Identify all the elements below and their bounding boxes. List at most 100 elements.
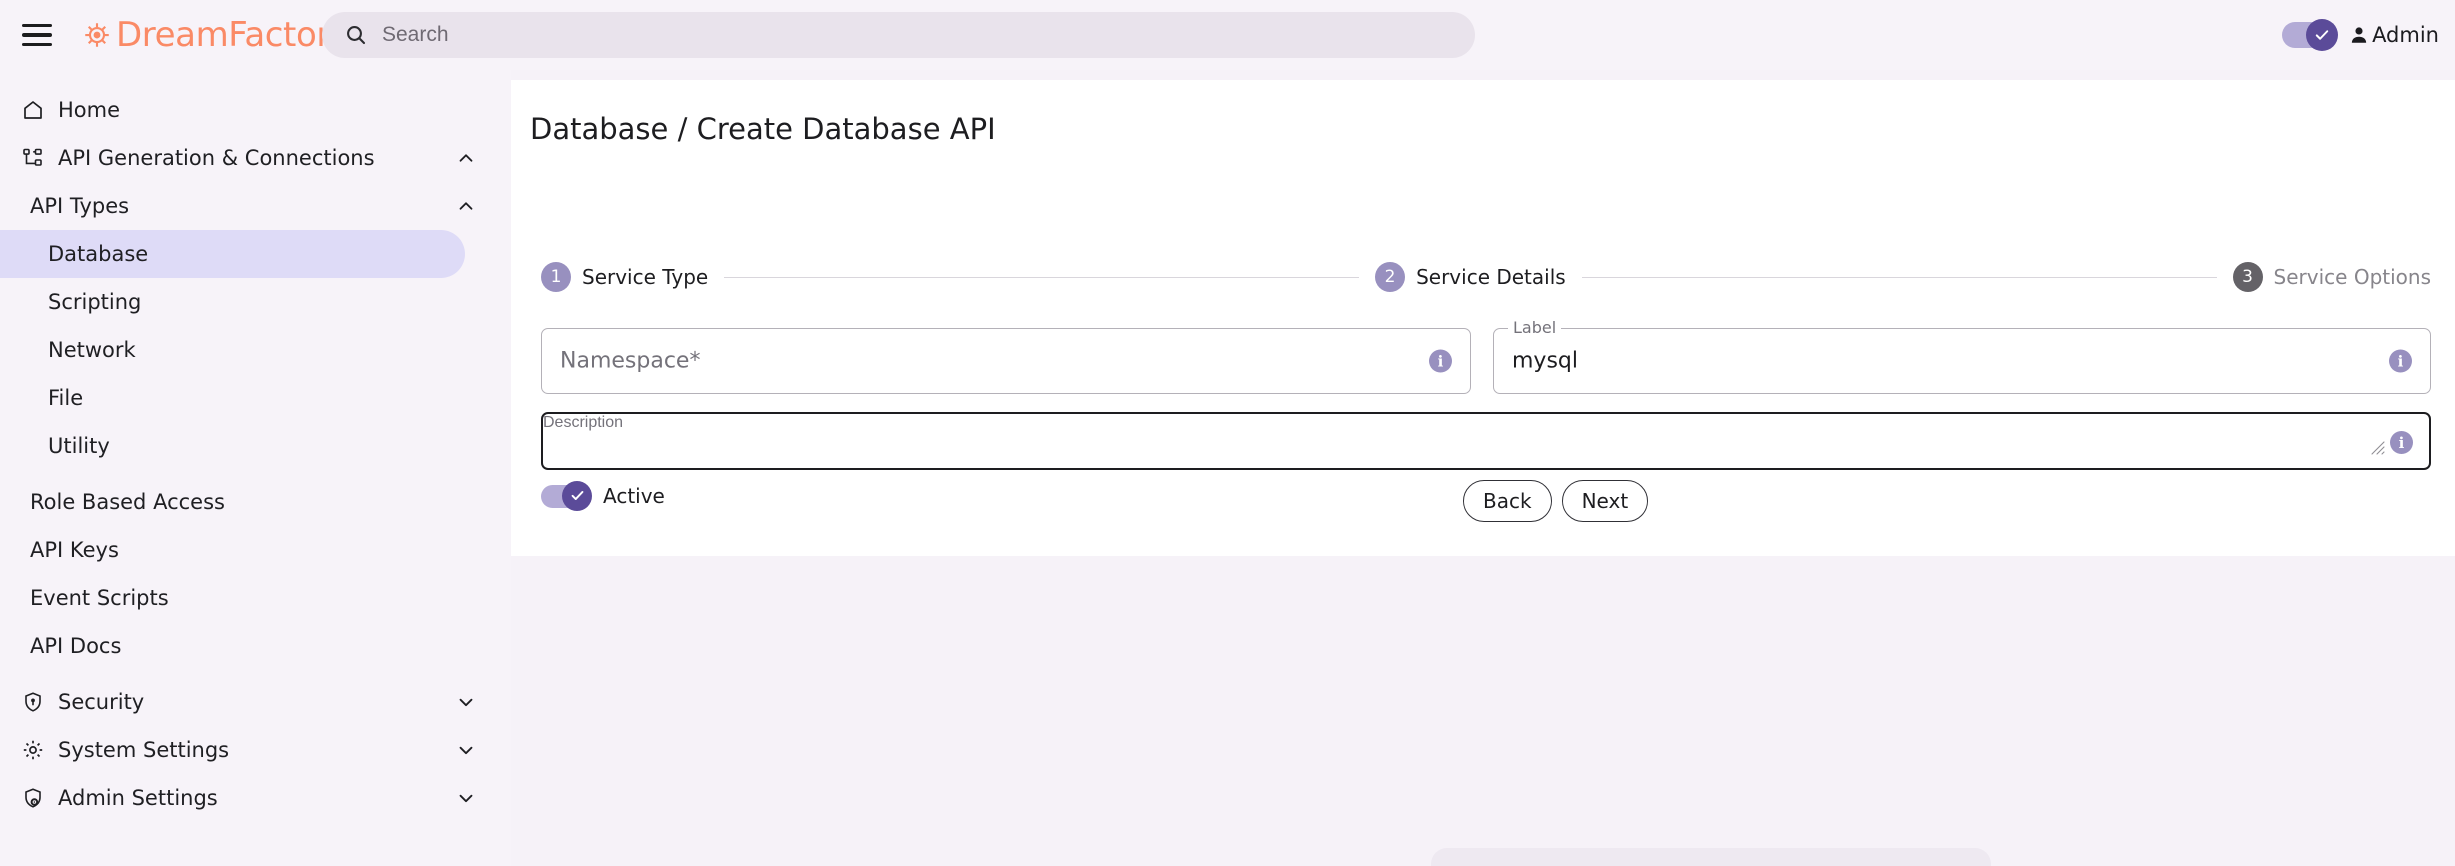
check-icon	[569, 487, 586, 504]
sidebar-item-admin-settings[interactable]: Admin Settings	[0, 774, 511, 822]
brand-name: DreamFactory	[116, 15, 350, 55]
sidebar-item-label: File	[48, 386, 83, 410]
page-title: Database / Create Database API	[530, 112, 996, 146]
app-root: DreamFactory Search	[0, 0, 2455, 866]
description-field[interactable]: Description i	[541, 412, 2431, 470]
sidebar-item-label: API Docs	[30, 634, 121, 658]
sidebar-item-api-types[interactable]: API Types	[0, 182, 511, 230]
sitemap-icon	[20, 146, 46, 170]
sidebar-item-api-generation[interactable]: API Generation & Connections	[0, 134, 511, 182]
step-label: Service Details	[1416, 265, 1566, 289]
label-field[interactable]: Label mysql i	[1493, 328, 2431, 394]
resize-grip-icon[interactable]	[2369, 439, 2387, 462]
step-number: 2	[1375, 262, 1405, 292]
shield-info-icon	[20, 786, 46, 810]
sidebar-divider-gap	[0, 470, 511, 478]
label-field-value: mysql	[1512, 349, 1578, 374]
bottom-sheet-edge	[1431, 848, 1991, 866]
active-toggle-group: Active	[541, 484, 665, 508]
step-label: Service Type	[582, 265, 708, 289]
top-header: DreamFactory Search	[0, 0, 2455, 70]
sidebar-item-system-settings[interactable]: System Settings	[0, 726, 511, 774]
toggle-knob	[562, 481, 592, 511]
sidebar-item-label: API Generation & Connections	[58, 146, 375, 170]
step-number: 3	[2233, 262, 2263, 292]
gear-logo-icon	[82, 20, 112, 50]
search-placeholder: Search	[382, 23, 449, 47]
hamburger-icon[interactable]	[22, 22, 56, 48]
sidebar-item-network[interactable]: Network	[0, 326, 465, 374]
namespace-field[interactable]: Namespace* i	[541, 328, 1471, 394]
sidebar-item-utility[interactable]: Utility	[0, 422, 465, 470]
step-service-details[interactable]: 2 Service Details	[1375, 262, 1566, 292]
hamburger-bar	[22, 33, 52, 37]
header-right-group: Admin	[2282, 0, 2439, 70]
sidebar-item-label: Admin Settings	[58, 786, 218, 810]
step-service-options[interactable]: 3 Service Options	[2233, 262, 2431, 292]
chevron-down-icon[interactable]	[455, 691, 477, 713]
chevron-down-icon[interactable]	[455, 739, 477, 761]
sidebar-item-label: API Types	[30, 194, 129, 218]
sidebar-item-scripting[interactable]: Scripting	[0, 278, 465, 326]
step-service-type[interactable]: 1 Service Type	[541, 262, 708, 292]
account-label: Admin	[2372, 23, 2439, 47]
namespace-placeholder: Namespace*	[560, 349, 700, 374]
sidebar-item-file[interactable]: File	[0, 374, 465, 422]
sidebar-item-label: Utility	[48, 434, 110, 458]
chevron-up-icon[interactable]	[455, 195, 477, 217]
search-input[interactable]: Search	[322, 12, 1475, 58]
active-toggle[interactable]	[541, 485, 589, 508]
chevron-down-icon[interactable]	[455, 787, 477, 809]
sidebar-item-label: Network	[48, 338, 136, 362]
person-icon	[2348, 24, 2370, 46]
sidebar-item-label: System Settings	[58, 738, 229, 762]
hamburger-bar	[22, 24, 52, 28]
theme-toggle[interactable]	[2282, 22, 2336, 48]
info-icon[interactable]: i	[2389, 350, 2412, 373]
wizard-buttons: Back Next	[1463, 480, 1648, 522]
sidebar-item-database[interactable]: Database	[0, 230, 465, 278]
shield-lock-icon	[20, 690, 46, 714]
info-icon[interactable]: i	[2390, 431, 2413, 454]
gear-icon	[20, 738, 46, 762]
back-button[interactable]: Back	[1463, 480, 1552, 522]
sidebar-item-label: Home	[58, 98, 120, 122]
toggle-knob	[2306, 19, 2338, 51]
sidebar-item-event-scripts[interactable]: Event Scripts	[0, 574, 511, 622]
step-connector	[724, 277, 1359, 278]
sidebar-item-role-based-access[interactable]: Role Based Access	[0, 478, 511, 526]
label-field-legend: Label	[1508, 318, 1561, 337]
sidebar-item-api-docs[interactable]: API Docs	[0, 622, 511, 670]
sidebar-item-label: Role Based Access	[30, 490, 225, 514]
create-api-card: Database / Create Database API 1 Service…	[511, 80, 2455, 556]
form-row: Namespace* i Label mysql i	[541, 328, 2431, 394]
wizard-stepper: 1 Service Type 2 Service Details 3 Servi…	[541, 260, 2431, 294]
sidebar: Home API Generation & Connections API	[0, 70, 511, 866]
description-placeholder: Description	[543, 414, 623, 431]
hamburger-bar	[22, 43, 52, 47]
form-actions-row: Active Back Next	[541, 480, 2431, 524]
chevron-up-icon[interactable]	[455, 147, 477, 169]
sidebar-item-label: Scripting	[48, 290, 141, 314]
sidebar-item-label: Event Scripts	[30, 586, 169, 610]
sidebar-item-security[interactable]: Security	[0, 678, 511, 726]
sidebar-item-label: Security	[58, 690, 144, 714]
step-label: Service Options	[2274, 265, 2431, 289]
home-icon	[20, 98, 46, 122]
step-connector	[1582, 277, 2217, 278]
step-number: 1	[541, 262, 571, 292]
check-icon	[2313, 26, 2331, 44]
sidebar-item-home[interactable]: Home	[0, 86, 511, 134]
next-button[interactable]: Next	[1562, 480, 1649, 522]
search-icon	[344, 23, 368, 47]
account-menu[interactable]: Admin	[2348, 23, 2439, 47]
sidebar-item-label: Database	[48, 242, 148, 266]
info-icon[interactable]: i	[1429, 350, 1452, 373]
service-details-form: Namespace* i Label mysql i Description i	[541, 328, 2431, 470]
active-toggle-label: Active	[603, 484, 665, 508]
sidebar-item-api-keys[interactable]: API Keys	[0, 526, 511, 574]
sidebar-item-label: API Keys	[30, 538, 119, 562]
main-content: Database / Create Database API 1 Service…	[511, 70, 2455, 866]
sidebar-divider-gap	[0, 670, 511, 678]
brand-logo[interactable]: DreamFactory	[82, 15, 350, 55]
